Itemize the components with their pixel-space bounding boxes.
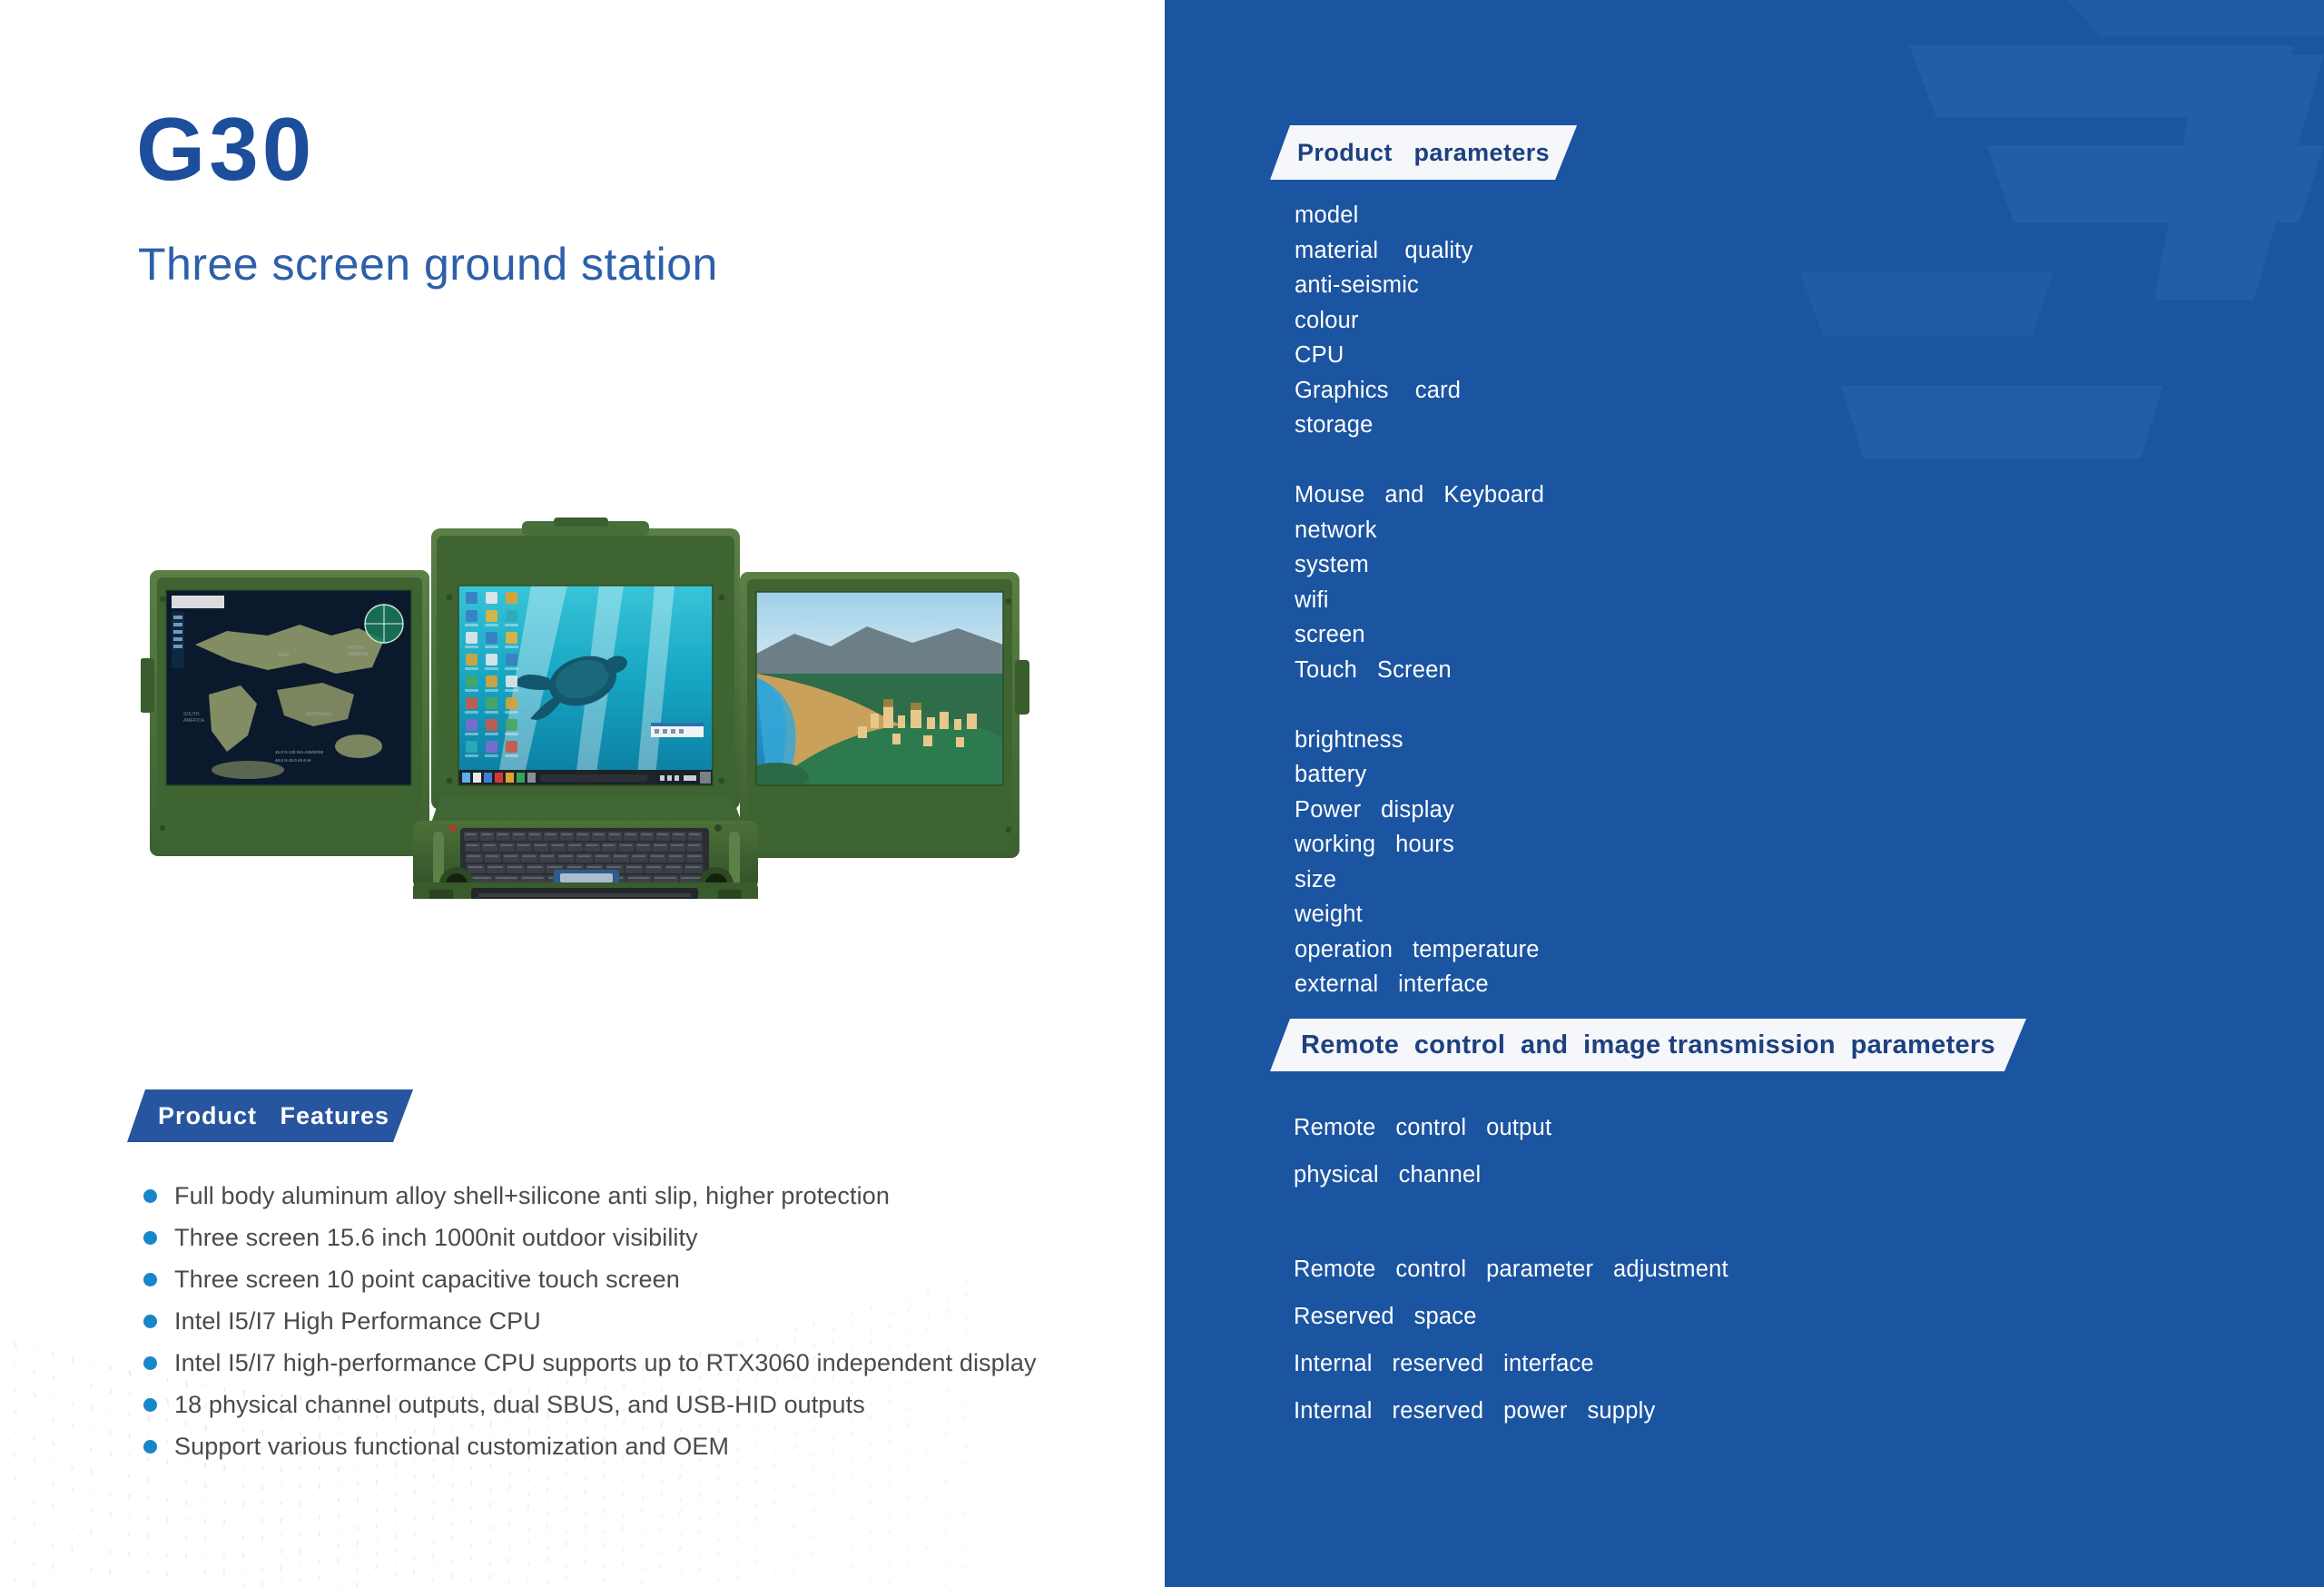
bullet-icon: [143, 1272, 157, 1286]
bullet-icon: [143, 1439, 157, 1454]
feature-item: 18 physical channel outputs, dual SBUS, …: [143, 1384, 1124, 1425]
page-title: G30: [136, 99, 316, 199]
remote-parameters-banner: Remote control and image transmission pa…: [1270, 1019, 2026, 1071]
svg-text:SOUTH: SOUTH: [183, 712, 200, 717]
bullet-icon: [143, 1397, 157, 1412]
bullet-icon: [143, 1355, 157, 1370]
feature-item: Three screen 10 point capacitive touch s…: [143, 1258, 1124, 1300]
spec-spacer: [1294, 1198, 1728, 1246]
svg-text:48.6 N 45.0 45.6 W: 48.6 N 45.0 45.6 W: [275, 758, 311, 763]
spec-label: Remote control parameter adjustment: [1294, 1257, 1728, 1282]
spec-label: weight: [1295, 902, 1363, 927]
page-subtitle: Three screen ground station: [138, 239, 718, 290]
product-features-banner-label: Product Features: [158, 1101, 390, 1129]
feature-item-label: Intel I5/I7 high-performance CPU support…: [174, 1348, 1037, 1376]
spec-label: network: [1295, 517, 1377, 543]
product-features-banner: Product Features: [127, 1089, 413, 1142]
spec-label: Remote control output: [1294, 1115, 1552, 1140]
feature-item-label: Support various functional customization…: [174, 1432, 730, 1460]
spec-label: Internal reserved power supply: [1294, 1398, 1656, 1424]
spec-label: Reserved space: [1294, 1304, 1477, 1329]
spec-label: material quality: [1295, 237, 1473, 263]
base-unit: [413, 797, 758, 899]
spec-label: operation temperature: [1295, 936, 1540, 962]
spec-spacer: [1295, 443, 1544, 478]
spec-label: anti-seismic: [1295, 272, 1420, 298]
right-display-unit: [740, 572, 1029, 858]
specifications-panel: Product parameters model material quality…: [1165, 0, 2324, 1587]
feature-item: Intel I5/I7 high-performance CPU support…: [143, 1342, 1124, 1384]
product-photo: 45.0 N 130 N/A A00/00/00 48.6 N 45.0 45.…: [141, 518, 1029, 899]
feature-item: Full body aluminum alloy shell+silicone …: [143, 1175, 1124, 1217]
svg-text:AMERICA: AMERICA: [348, 652, 369, 657]
spec-label: screen: [1295, 622, 1365, 647]
spec-label: Power display: [1295, 796, 1454, 823]
spec-label: battery: [1295, 762, 1367, 787]
product-parameters-label-column: model material quality anti-seismic colour C…: [1295, 198, 1544, 1002]
spec-label: wifi: [1295, 586, 1329, 613]
feature-item: Three screen 15.6 inch 1000nit outdoor v…: [143, 1217, 1124, 1258]
spec-label: external interface: [1295, 971, 1489, 997]
bullet-icon: [143, 1314, 157, 1328]
spec-label: system: [1295, 552, 1369, 577]
product-features-list: Full body aluminum alloy shell+silicone …: [143, 1175, 1124, 1467]
feature-item-label: 18 physical channel outputs, dual SBUS, …: [174, 1390, 865, 1418]
spec-spacer: [1295, 687, 1544, 723]
center-display-unit: [431, 518, 740, 810]
feature-item: Support various functional customization…: [143, 1425, 1124, 1467]
spec-label: CPU: [1295, 342, 1344, 368]
feature-item-label: Intel I5/I7 High Performance CPU: [174, 1306, 541, 1335]
spec-label: physical channel: [1294, 1162, 1482, 1188]
bullet-icon: [143, 1230, 157, 1245]
spec-label: Graphics card: [1295, 377, 1462, 403]
product-parameters-banner-label: Product parameters: [1297, 138, 1551, 166]
svg-text:AUSTRALIA: AUSTRALIA: [306, 712, 331, 717]
spec-label: Mouse and Keyboard: [1295, 482, 1545, 508]
remote-parameters-banner-label: Remote control and image transmission pa…: [1301, 1030, 1995, 1060]
svg-text:AMERICA: AMERICA: [183, 718, 204, 724]
spec-label: Touch Screen: [1295, 656, 1452, 683]
feature-item-label: Three screen 15.6 inch 1000nit outdoor v…: [174, 1223, 698, 1251]
product-parameters-banner: Product parameters: [1270, 125, 1577, 180]
svg-text:45.0 N 130 N/A A00/00/00: 45.0 N 130 N/A A00/00/00: [275, 750, 324, 754]
feature-item: Intel I5/I7 High Performance CPU: [143, 1300, 1124, 1342]
bullet-icon: [143, 1188, 157, 1203]
svg-text:ASIA: ASIA: [279, 653, 290, 658]
spec-label: Internal reserved interface: [1294, 1351, 1594, 1376]
left-display-unit: 45.0 N 130 N/A A00/00/00 48.6 N 45.0 45.…: [141, 570, 429, 856]
feature-item-label: Full body aluminum alloy shell+silicone …: [174, 1181, 890, 1209]
spec-label: size: [1295, 866, 1337, 892]
spec-label: model: [1295, 202, 1359, 228]
spec-label: storage: [1295, 412, 1374, 438]
spec-label: colour: [1295, 307, 1359, 333]
left-content-panel: G30 Three screen ground station 45.0 N 1…: [0, 0, 1165, 1587]
spec-label: brightness: [1295, 726, 1403, 753]
remote-parameters-label-column: Remote control output physical channel Re…: [1294, 1104, 1728, 1434]
feature-item-label: Three screen 10 point capacitive touch s…: [174, 1265, 680, 1293]
spec-label: working hours: [1295, 832, 1454, 857]
svg-text:NORTH: NORTH: [348, 646, 364, 651]
